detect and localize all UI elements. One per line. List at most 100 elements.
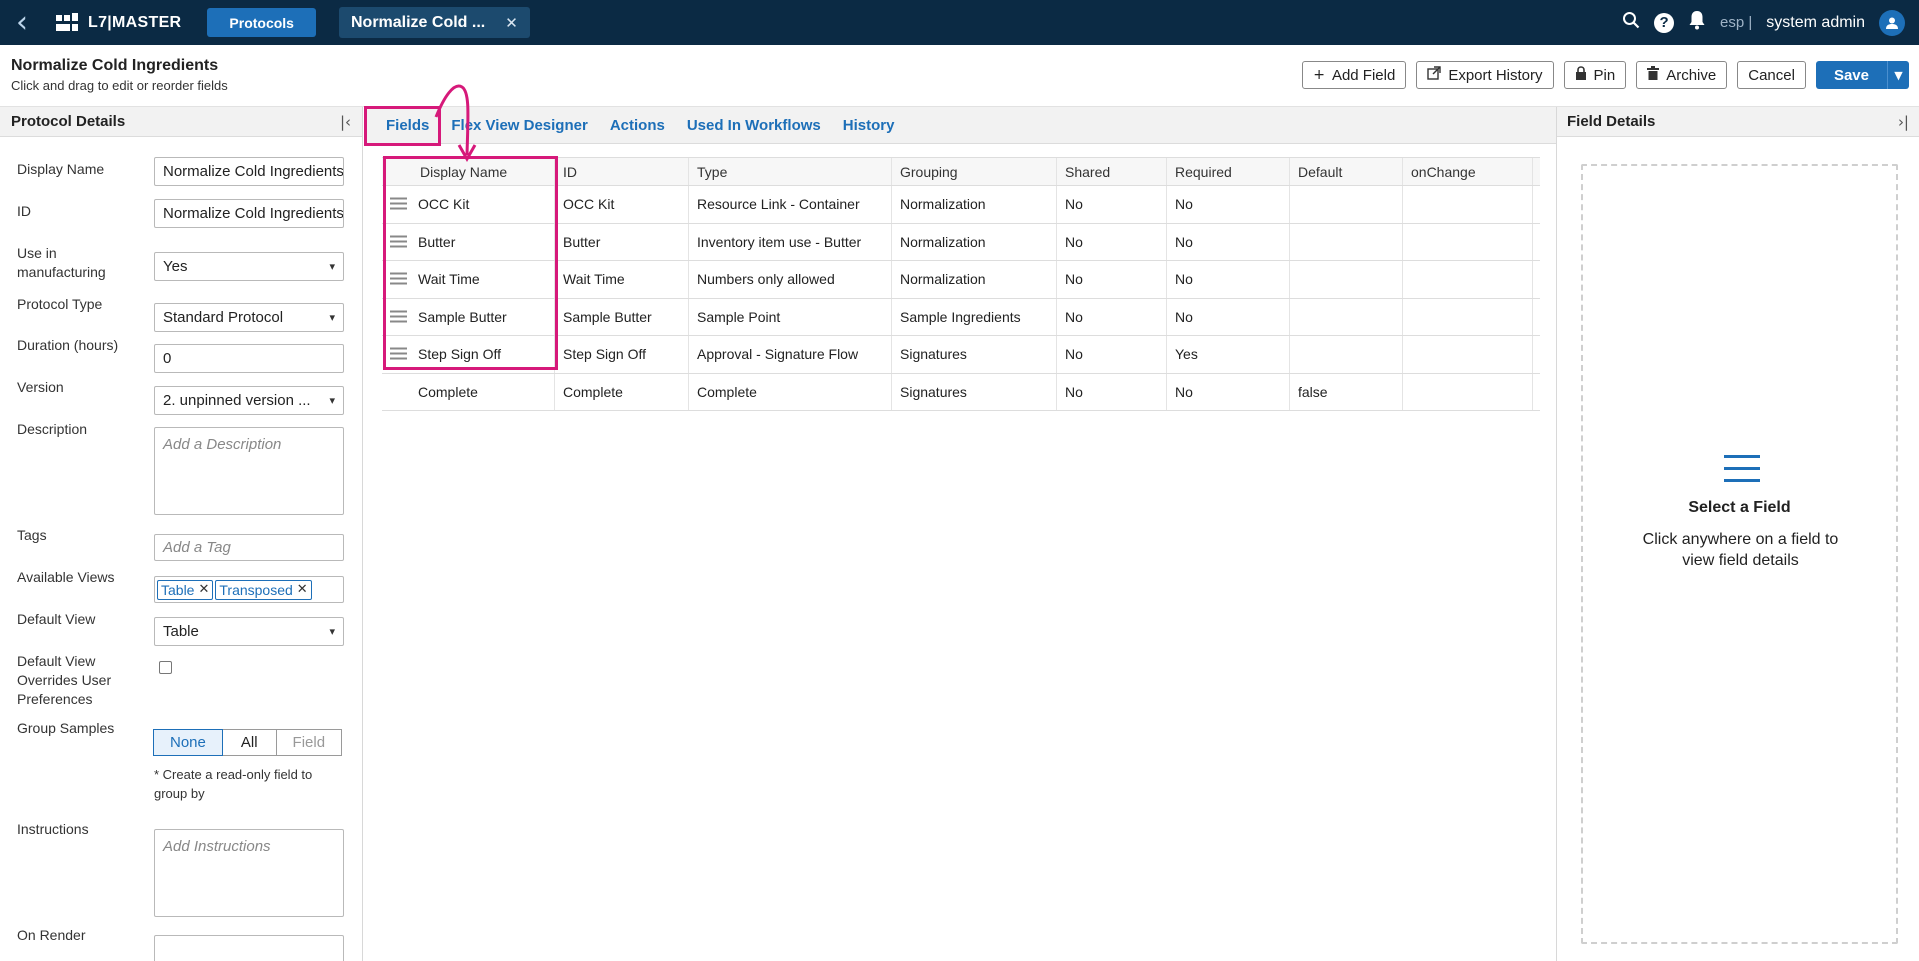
- logo[interactable]: L7|MASTER: [56, 12, 181, 33]
- export-history-button[interactable]: Export History: [1416, 61, 1554, 89]
- cell-onchange: [1403, 186, 1533, 223]
- avatar-icon[interactable]: [1879, 9, 1905, 36]
- table-row[interactable]: OCC Kit OCC Kit Resource Link - Container N…: [382, 186, 1540, 224]
- version-select[interactable]: 2. unpinned version ... ▾: [154, 386, 344, 415]
- drag-handle-icon[interactable]: [390, 235, 407, 248]
- chevron-down-icon: ▾: [329, 394, 335, 407]
- column-header-onchange[interactable]: onChange: [1403, 158, 1533, 185]
- table-row[interactable]: Sample Butter Sample Butter Sample Point Sa…: [382, 298, 1540, 336]
- column-header-grouping[interactable]: Grouping: [892, 158, 1057, 185]
- remove-chip-icon[interactable]: ✕: [198, 582, 209, 597]
- group-samples-field[interactable]: Field: [275, 729, 343, 756]
- cell-id: Step Sign Off: [555, 336, 689, 373]
- field-details-header: Field Details ›|: [1557, 107, 1919, 137]
- remove-chip-icon[interactable]: ✕: [297, 582, 308, 597]
- archive-button[interactable]: Archive: [1636, 61, 1728, 89]
- column-header-display-name[interactable]: Display Name: [382, 158, 555, 185]
- group-samples-all[interactable]: All: [221, 729, 277, 756]
- add-field-button[interactable]: + Add Field: [1302, 61, 1407, 89]
- protocols-button[interactable]: Protocols: [207, 8, 316, 37]
- field-details-panel: Field Details ›| Select a Field Click an…: [1556, 107, 1919, 961]
- tab-actions[interactable]: Actions: [610, 117, 665, 134]
- id-input[interactable]: Normalize Cold Ingredients: [154, 199, 344, 228]
- group-samples-note: * Create a read-only field to group by: [154, 767, 313, 801]
- plus-icon: +: [1313, 67, 1325, 83]
- table-row[interactable]: Wait Time Wait Time Numbers only allowed No…: [382, 261, 1540, 299]
- duration-input[interactable]: 0: [154, 344, 344, 373]
- description-label: Description: [17, 421, 88, 437]
- cell-type: Sample Point: [689, 298, 892, 335]
- select-field-text: Click anywhere on a field to view field …: [1642, 531, 1839, 569]
- collapse-right-icon[interactable]: ›|: [1898, 113, 1909, 131]
- cell-id: Butter: [555, 223, 689, 260]
- column-header-required[interactable]: Required: [1167, 158, 1290, 185]
- cell-type: Approval - Signature Flow: [689, 336, 892, 373]
- cell-type: Inventory item use - Butter: [689, 223, 892, 260]
- tab-used-in-workflows[interactable]: Used In Workflows: [687, 117, 821, 134]
- help-icon[interactable]: ?: [1654, 12, 1675, 33]
- protocol-details-panel: Protocol Details |‹ Display Name Normali…: [0, 107, 363, 961]
- cell-type: Resource Link - Container: [689, 186, 892, 223]
- cell-required: No: [1167, 373, 1290, 410]
- cell-required: Yes: [1167, 336, 1290, 373]
- cell-grouping: Signatures: [892, 336, 1057, 373]
- available-views-input[interactable]: Table ✕ Transposed ✕: [154, 576, 344, 603]
- drag-handle-icon[interactable]: [390, 310, 407, 323]
- language-switch[interactable]: esp |: [1720, 14, 1752, 31]
- document-tab[interactable]: Normalize Cold ... ✕: [338, 7, 530, 38]
- cell-default: [1290, 223, 1403, 260]
- tab-fields[interactable]: Fields: [386, 117, 429, 134]
- instructions-textarea[interactable]: Add Instructions: [154, 829, 344, 917]
- close-tab-icon[interactable]: ✕: [505, 14, 518, 32]
- cell-name: Sample Butter: [410, 298, 555, 335]
- version-label: Version: [17, 379, 64, 395]
- default-view-select[interactable]: Table ▾: [154, 617, 344, 646]
- duration-label: Duration (hours): [17, 337, 119, 353]
- field-details-empty-state: Select a Field Click anywhere on a field…: [1581, 164, 1898, 944]
- save-button[interactable]: Save: [1815, 61, 1887, 89]
- on-render-editor[interactable]: [154, 935, 344, 961]
- view-chip-transposed[interactable]: Transposed ✕: [215, 579, 312, 600]
- cell-default: [1290, 336, 1403, 373]
- description-textarea[interactable]: Add a Description: [154, 427, 344, 515]
- use-in-manufacturing-label: Use in manufacturing: [17, 245, 106, 280]
- default-view-overrides-checkbox[interactable]: [159, 661, 172, 674]
- tags-input[interactable]: Add a Tag: [154, 534, 344, 561]
- display-name-input[interactable]: Normalize Cold Ingredients: [154, 157, 344, 186]
- table-row[interactable]: Step Sign Off Step Sign Off Approval - Sig…: [382, 336, 1540, 374]
- tab-flex-view-designer[interactable]: Flex View Designer: [451, 117, 587, 134]
- pin-button[interactable]: Pin: [1563, 61, 1627, 89]
- back-chevron-icon[interactable]: ‹: [0, 0, 44, 45]
- use-in-manufacturing-select[interactable]: Yes ▾: [154, 252, 344, 281]
- table-row[interactable]: Complete Complete Complete Signatures No No fa…: [382, 373, 1540, 411]
- column-header-default[interactable]: Default: [1290, 158, 1403, 185]
- cell-shared: No: [1057, 336, 1167, 373]
- drag-handle-icon[interactable]: [390, 197, 407, 211]
- top-bar: ‹ L7|MASTER Protocols Normalize Cold ...…: [0, 0, 1919, 45]
- collapse-left-icon[interactable]: |‹: [340, 113, 351, 131]
- protocol-type-select[interactable]: Standard Protocol ▾: [154, 303, 344, 332]
- bell-icon[interactable]: [1688, 10, 1706, 35]
- column-header-type[interactable]: Type: [689, 158, 892, 185]
- cell-id: OCC Kit: [555, 186, 689, 223]
- cell-type: Numbers only allowed: [689, 261, 892, 298]
- user-name[interactable]: system admin: [1766, 14, 1865, 32]
- drag-handle-icon[interactable]: [390, 272, 407, 286]
- column-header-shared[interactable]: Shared: [1057, 158, 1167, 185]
- column-header-id[interactable]: ID: [555, 158, 689, 185]
- cancel-button[interactable]: Cancel: [1737, 61, 1806, 89]
- cell-onchange: [1403, 261, 1533, 298]
- main-content: Fields Flex View Designer Actions Used I…: [364, 84, 1556, 961]
- group-samples-none[interactable]: None: [153, 729, 223, 756]
- cell-name: Wait Time: [410, 261, 555, 298]
- save-dropdown-caret-icon[interactable]: ▼: [1887, 61, 1909, 89]
- chevron-down-icon: ▾: [329, 311, 335, 324]
- tab-history[interactable]: History: [843, 117, 895, 134]
- table-row[interactable]: Butter Butter Inventory item use - Butter N…: [382, 223, 1540, 261]
- search-icon[interactable]: [1622, 11, 1640, 34]
- cell-onchange: [1403, 298, 1533, 335]
- drag-handle-icon[interactable]: [390, 347, 407, 361]
- view-chip-table[interactable]: Table ✕: [157, 579, 214, 600]
- cell-name: Step Sign Off: [410, 336, 555, 373]
- cell-required: No: [1167, 261, 1290, 298]
